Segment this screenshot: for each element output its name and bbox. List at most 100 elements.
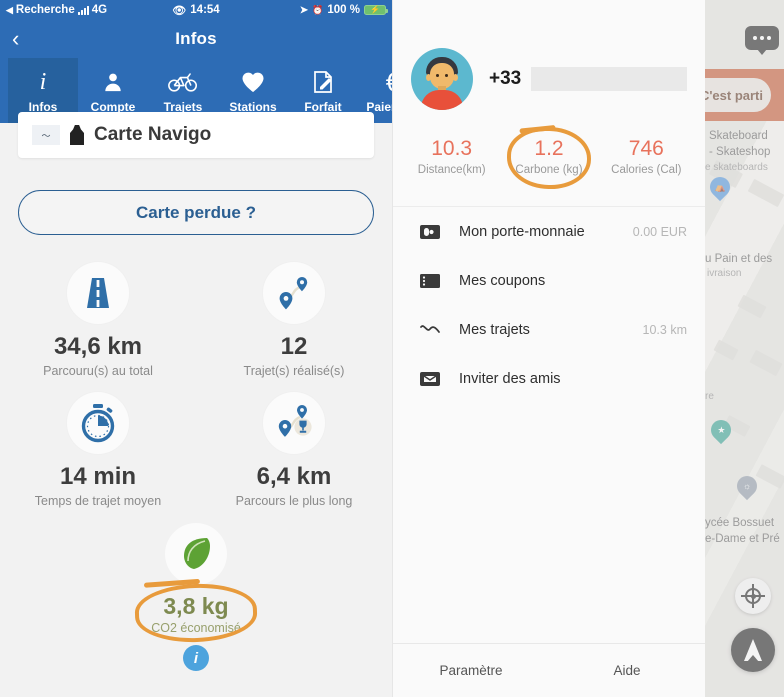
stat-trips-count: 12 Trajet(s) réalisé(s) [196, 262, 392, 378]
eye-icon: 👁 [172, 4, 187, 17]
avatar-body [421, 90, 463, 110]
envelope-icon [419, 368, 441, 390]
stopwatch-icon [67, 392, 129, 454]
map-label-skateboards: e skateboards [705, 162, 768, 173]
stat-label: Parcouru(s) au total [43, 364, 153, 378]
list-item-invite-friends[interactable]: Inviter des amis [393, 354, 705, 403]
profile-header: +33 [393, 0, 705, 110]
list-item-coupons[interactable]: Mes coupons [393, 256, 705, 305]
list-item[interactable]: ☼ [732, 471, 762, 502]
navigation-arrow-icon[interactable] [731, 628, 775, 672]
right-panel-map: C'est parti Skateboard - Skateshop e ska… [705, 0, 784, 697]
list-item-wallet[interactable]: Mon porte-monnaie 0.00 EUR [393, 207, 705, 256]
status-bar-right: ➤ ⏰ 100 % ⚡ [299, 4, 388, 16]
navigo-card-row[interactable]: 〜 Carte Navigo [18, 112, 374, 158]
map-label-lycee: ycée Bossuet [705, 517, 775, 529]
summary-stat-carbone: 1.2 Carbone (kg) [500, 126, 597, 190]
stat-value: 12 [280, 333, 308, 360]
summary-stat-distance: 10.3 Distance(km) [403, 137, 500, 176]
phone-prefix-label: +33 [489, 68, 522, 89]
network-type-label: 4G [91, 4, 108, 16]
school-pin-icon: ☼ [742, 481, 752, 491]
ios-status-bar: ◀ Recherche 4G 👁 14:54 ➤ ⏰ 100 % ⚡ [0, 0, 392, 20]
route-trophy-icon [263, 392, 325, 454]
battery-charging-icon: ⚡ [364, 5, 388, 15]
status-bar-center: 👁 14:54 [172, 4, 219, 17]
navigation-bar: ‹ Infos [0, 20, 392, 58]
stat-label: Temps de trajet moyen [34, 494, 162, 508]
stat-label: Trajet(s) réalisé(s) [243, 364, 345, 378]
list-item-label: Mes coupons [459, 272, 546, 289]
coupon-icon [419, 270, 441, 292]
list-item-trips[interactable]: Mes trajets 10.3 km [393, 305, 705, 354]
phone-number-field[interactable] [531, 67, 687, 91]
list-item-label: Mon porte-monnaie [459, 223, 585, 240]
co2-text-group: 3,8 kg CO2 économisé [151, 593, 241, 635]
lost-card-button[interactable]: Carte perdue ? [18, 190, 374, 235]
back-triangle-icon: ◀ [6, 4, 13, 15]
route-pins-icon [263, 262, 325, 324]
stat-longest-trip: 6,4 km Parcours le plus long [196, 392, 392, 508]
wallet-icon [419, 221, 441, 243]
route-squiggle-icon [419, 319, 441, 341]
heart-icon [241, 67, 265, 97]
signal-bars-icon [77, 5, 89, 15]
page-title: Infos [175, 29, 217, 48]
middle-panel-profile: +33 10.3 Distance(km) 1.2 Carbone (kg) 7… [392, 0, 705, 697]
locate-ring [745, 588, 761, 604]
stats-grid: 34,6 km Parcouru(s) au total 12 Trajet(s… [0, 262, 392, 508]
stat-label: Parcours le plus long [235, 494, 353, 508]
map-label-skateboard: Skateboard [709, 130, 768, 142]
stat-total-distance: 34,6 km Parcouru(s) au total [0, 262, 196, 378]
navigo-person-icon [70, 125, 84, 145]
map-label-livraison: ivraison [707, 268, 742, 279]
locate-target-icon[interactable] [735, 578, 771, 614]
location-arrow-icon: ➤ [299, 4, 309, 16]
map-label-re: re [705, 391, 714, 402]
bicycle-icon [168, 67, 198, 97]
chat-bubble-icon[interactable] [745, 26, 779, 55]
summary-stats: 10.3 Distance(km) 1.2 Carbone (kg) 746 C… [393, 126, 705, 190]
map-label-pain: u Pain et des [705, 253, 773, 265]
navigo-card-label: Carte Navigo [94, 124, 212, 145]
leaf-icon [165, 523, 227, 585]
stat-value: 34,6 km [53, 333, 143, 360]
summary-stat-calories: 746 Calories (Cal) [598, 137, 695, 176]
summary-stat-value: 1.2 [534, 137, 564, 160]
road-icon [67, 262, 129, 324]
list-item-label: Inviter des amis [459, 370, 561, 387]
co2-saved-block: 3,8 kg CO2 économisé [0, 523, 392, 635]
summary-stat-label: Carbone (kg) [515, 164, 583, 176]
footer-parametre-button[interactable]: Paramètre [393, 663, 549, 678]
status-bar-time: 14:54 [190, 4, 220, 16]
avatar[interactable] [411, 48, 473, 110]
co2-value: 3,8 kg [163, 593, 229, 619]
shop-pin-icon: ★ [716, 424, 726, 435]
navigo-card-icon: 〜 [32, 125, 60, 145]
profile-footer: Paramètre Aide [393, 643, 705, 697]
stat-average-time: 14 min Temps de trajet moyen [0, 392, 196, 508]
co2-label: CO2 économisé [151, 621, 241, 635]
store-pin-icon: ⛺ [714, 181, 726, 192]
summary-stat-value: 10.3 [431, 137, 473, 160]
left-panel-infos: ◀ Recherche 4G 👁 14:54 ➤ ⏰ 100 % ⚡ ‹ Inf… [0, 0, 392, 697]
cest-parti-button[interactable]: C'est parti [705, 78, 771, 112]
status-bar-left: ◀ Recherche 4G [6, 4, 107, 16]
info-italic-icon: i [39, 68, 47, 95]
chevron-left-icon[interactable]: ‹ [12, 28, 19, 50]
summary-stat-label: Calories (Cal) [611, 164, 682, 176]
carrier-back-label: Recherche [15, 4, 75, 16]
profile-menu-list: Mon porte-monnaie 0.00 EUR Mes coupons M… [393, 206, 705, 403]
battery-percent-label: 100 % [327, 4, 360, 16]
footer-aide-button[interactable]: Aide [549, 663, 705, 678]
info-badge-icon[interactable]: i [183, 645, 209, 671]
stat-value: 14 min [59, 463, 137, 490]
list-item-value: 0.00 EUR [632, 224, 687, 239]
app-screenshot: ◀ Recherche 4G 👁 14:54 ➤ ⏰ 100 % ⚡ ‹ Inf… [0, 0, 784, 697]
list-item[interactable]: ★ [706, 415, 736, 446]
alarm-clock-icon: ⏰ [312, 4, 324, 15]
user-icon [102, 67, 124, 97]
list-item[interactable]: ⛺ [705, 172, 735, 203]
avatar-eye-right [445, 74, 448, 77]
list-item-label: Mes trajets [459, 321, 530, 338]
